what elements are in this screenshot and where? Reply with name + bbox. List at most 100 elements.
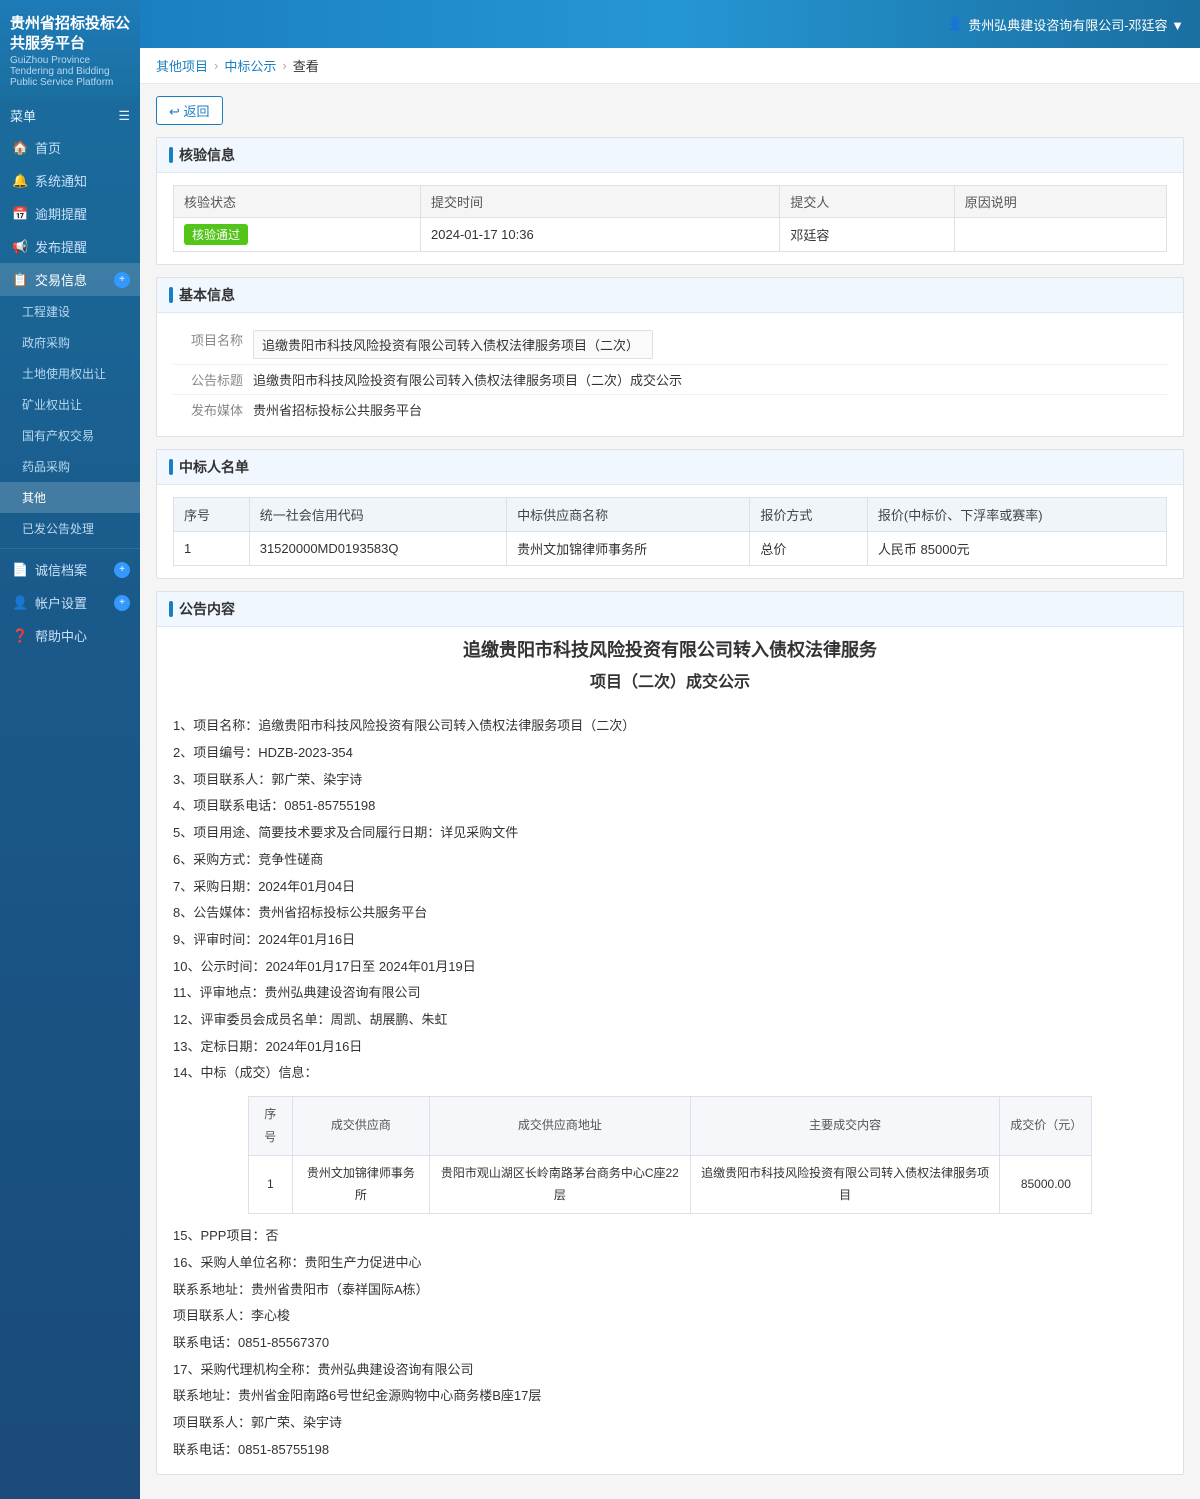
sidebar-item-medicine[interactable]: 药品采购	[0, 451, 140, 482]
sidebar-item-publish-remind[interactable]: 📢 发布提醒	[0, 230, 140, 263]
transaction-badge: +	[114, 272, 130, 288]
menu-icon: ☰	[118, 108, 130, 124]
announcement-section: 公告内容 追缴贵阳市科技风险投资有限公司转入债权法律服务 项目（二次）成交公示 …	[156, 591, 1184, 1475]
announcement-items-before: 1、项目名称：追缴贵阳市科技风险投资有限公司转入债权法律服务项目（二次）2、项目…	[173, 714, 1167, 1086]
sidebar-item-overdue[interactable]: 📅 逾期提醒	[0, 197, 140, 230]
sidebar-item-credit[interactable]: 📄 诚信档案 +	[0, 553, 140, 586]
bell-icon: 🔔	[12, 173, 28, 189]
trans-col-seq: 序号	[248, 1097, 293, 1156]
sidebar-item-label: 已发公告处理	[22, 520, 94, 537]
label-media: 发布媒体	[173, 400, 253, 419]
account-badge: +	[114, 595, 130, 611]
megaphone-icon: 📢	[12, 239, 28, 255]
list-item: 联系系地址：贵州省贵阳市（泰祥国际A栋）	[173, 1278, 1167, 1303]
announcement-subtitle: 项目（二次）成交公示	[173, 668, 1167, 698]
sidebar-item-notify[interactable]: 🔔 系统通知	[0, 164, 140, 197]
list-item: 2、项目编号：HDZB-2023-354	[173, 741, 1167, 766]
list-item: 12、评审委员会成员名单：周凯、胡展鹏、朱虹	[173, 1008, 1167, 1033]
sidebar-item-label: 工程建设	[22, 303, 70, 320]
col-reason: 原因说明	[954, 186, 1166, 218]
logo-area: 贵州省招标投标公共服务平台 GuiZhou Province Tendering…	[0, 0, 140, 98]
info-row-project-name: 项目名称 追缴贵阳市科技风险投资有限公司转入债权法律服务项目（二次）	[173, 325, 1167, 365]
validation-body: 核验状态 提交时间 提交人 原因说明 核验通过 2024-01-17 10:36…	[157, 173, 1183, 264]
content-area: ↩ 返回 核验信息 核验状态 提交时间 提交人 原因说明	[140, 84, 1200, 1499]
list-item: 14、中标（成交）信息：	[173, 1061, 1167, 1086]
document-icon: 📄	[12, 562, 28, 578]
user-icon: 👤	[12, 595, 28, 611]
sidebar-item-other[interactable]: 其他	[0, 482, 140, 513]
cell-supplier: 贵州文加锦律师事务所	[293, 1155, 430, 1214]
cell-quote-value: 人民币 85000元	[867, 532, 1166, 566]
cell-address: 贵阳市观山湖区长岭南路茅台商务中心C座22层	[429, 1155, 690, 1214]
sidebar-item-transaction[interactable]: 📋 交易信息 +	[0, 263, 140, 296]
breadcrumb-sep-2: ›	[282, 58, 286, 73]
trans-col-content: 主要成交内容	[691, 1097, 1000, 1156]
basic-info-section: 基本信息 项目名称 追缴贵阳市科技风险投资有限公司转入债权法律服务项目（二次） …	[156, 277, 1184, 437]
sidebar-item-state-property[interactable]: 国有产权交易	[0, 420, 140, 451]
validation-header: 核验信息	[157, 138, 1183, 173]
breadcrumb-winning-bid[interactable]: 中标公示	[224, 56, 276, 75]
back-button[interactable]: ↩ 返回	[156, 96, 223, 125]
announcement-items-after: 15、PPP项目：否16、采购人单位名称：贵阳生产力促进中心联系系地址：贵州省贵…	[173, 1224, 1167, 1462]
col-submit-time: 提交时间	[421, 186, 780, 218]
col-status: 核验状态	[174, 186, 421, 218]
sidebar-item-gov-purchase[interactable]: 政府采购	[0, 327, 140, 358]
sidebar-item-label: 土地使用权出让	[22, 365, 106, 382]
sidebar-item-mineral[interactable]: 矿业权出让	[0, 389, 140, 420]
sidebar-item-land[interactable]: 土地使用权出让	[0, 358, 140, 389]
breadcrumb-other-projects[interactable]: 其他项目	[156, 56, 208, 75]
logo-title: 贵州省招标投标公共服务平台	[10, 14, 130, 53]
sidebar-menu-label: 菜单	[10, 106, 36, 125]
credit-badge: +	[114, 562, 130, 578]
trans-col-address: 成交供应商地址	[429, 1097, 690, 1156]
winner-col-quote-value: 报价(中标价、下浮率或赛率)	[867, 498, 1166, 532]
cell-price: 85000.00	[1000, 1155, 1092, 1214]
sidebar-item-label: 首页	[35, 138, 61, 157]
logo-subtitle: GuiZhou Province Tendering and Bidding P…	[10, 55, 130, 88]
announcement-header: 公告内容	[157, 592, 1183, 627]
winner-col-quote-type: 报价方式	[750, 498, 868, 532]
winner-col-seq: 序号	[174, 498, 250, 532]
list-item: 9、评审时间：2024年01月16日	[173, 928, 1167, 953]
sidebar-item-label: 其他	[22, 489, 46, 506]
sidebar-item-label: 发布提醒	[35, 237, 87, 256]
cell-time: 2024-01-17 10:36	[421, 218, 780, 252]
sidebar-item-published[interactable]: 已发公告处理	[0, 513, 140, 544]
sidebar-item-engineering[interactable]: 工程建设	[0, 296, 140, 327]
sidebar-item-label: 政府采购	[22, 334, 70, 351]
announcement-content: 追缴贵阳市科技风险投资有限公司转入债权法律服务 项目（二次）成交公示 1、项目名…	[157, 627, 1183, 1474]
list-item: 13、定标日期：2024年01月16日	[173, 1035, 1167, 1060]
value-project-name: 追缴贵阳市科技风险投资有限公司转入债权法律服务项目（二次）	[253, 330, 1167, 359]
list-item: 1、项目名称：追缴贵阳市科技风险投资有限公司转入债权法律服务项目（二次）	[173, 714, 1167, 739]
trans-table: 序号 成交供应商 成交供应商地址 主要成交内容 成交价（元） 1 贵州文加锦律师…	[248, 1096, 1093, 1214]
winner-col-credit: 统一社会信用代码	[249, 498, 506, 532]
list-item: 4、项目联系电话：0851-85755198	[173, 794, 1167, 819]
winner-list-header: 中标人名单	[157, 450, 1183, 485]
list-item: 6、采购方式：竞争性磋商	[173, 848, 1167, 873]
sidebar-item-label: 交易信息	[35, 270, 87, 289]
list-item: 16、采购人单位名称：贵阳生产力促进中心	[173, 1251, 1167, 1276]
validation-table: 核验状态 提交时间 提交人 原因说明 核验通过 2024-01-17 10:36…	[173, 185, 1167, 252]
label-announcement-title: 公告标题	[173, 370, 253, 389]
user-menu[interactable]: 👤 贵州弘典建设咨询有限公司-邓廷容 ▼	[947, 15, 1184, 34]
calendar-icon: 📅	[12, 206, 28, 222]
list-item: 联系地址：贵州省金阳南路6号世纪金源购物中心商务楼B座17层	[173, 1384, 1167, 1409]
winner-list-title: 中标人名单	[179, 457, 249, 477]
sidebar-item-help[interactable]: ❓ 帮助中心	[0, 619, 140, 652]
sidebar-item-label: 诚信档案	[35, 560, 87, 579]
list-item: 8、公告媒体：贵州省招标投标公共服务平台	[173, 901, 1167, 926]
sidebar-menu-toggle[interactable]: 菜单 ☰	[0, 98, 140, 131]
cell-reason	[954, 218, 1166, 252]
list-item: 项目联系人：李心梭	[173, 1304, 1167, 1329]
cell-credit: 31520000MD0193583Q	[249, 532, 506, 566]
table-row: 1 31520000MD0193583Q 贵州文加锦律师事务所 总价 人民币 8…	[174, 532, 1167, 566]
cell-submitter: 邓廷容	[780, 218, 954, 252]
announcement-title-label: 公告内容	[179, 599, 235, 619]
winner-list-section: 中标人名单 序号 统一社会信用代码 中标供应商名称 报价方式 报价(中标价、下浮…	[156, 449, 1184, 579]
list-item: 15、PPP项目：否	[173, 1224, 1167, 1249]
list-item: 5、项目用途、简要技术要求及合同履行日期：详见采购文件	[173, 821, 1167, 846]
trans-col-supplier: 成交供应商	[293, 1097, 430, 1156]
sidebar-item-account[interactable]: 👤 帐户设置 +	[0, 586, 140, 619]
sidebar-item-home[interactable]: 🏠 首页	[0, 131, 140, 164]
trans-table-wrapper: 序号 成交供应商 成交供应商地址 主要成交内容 成交价（元） 1 贵州文加锦律师…	[173, 1096, 1167, 1214]
